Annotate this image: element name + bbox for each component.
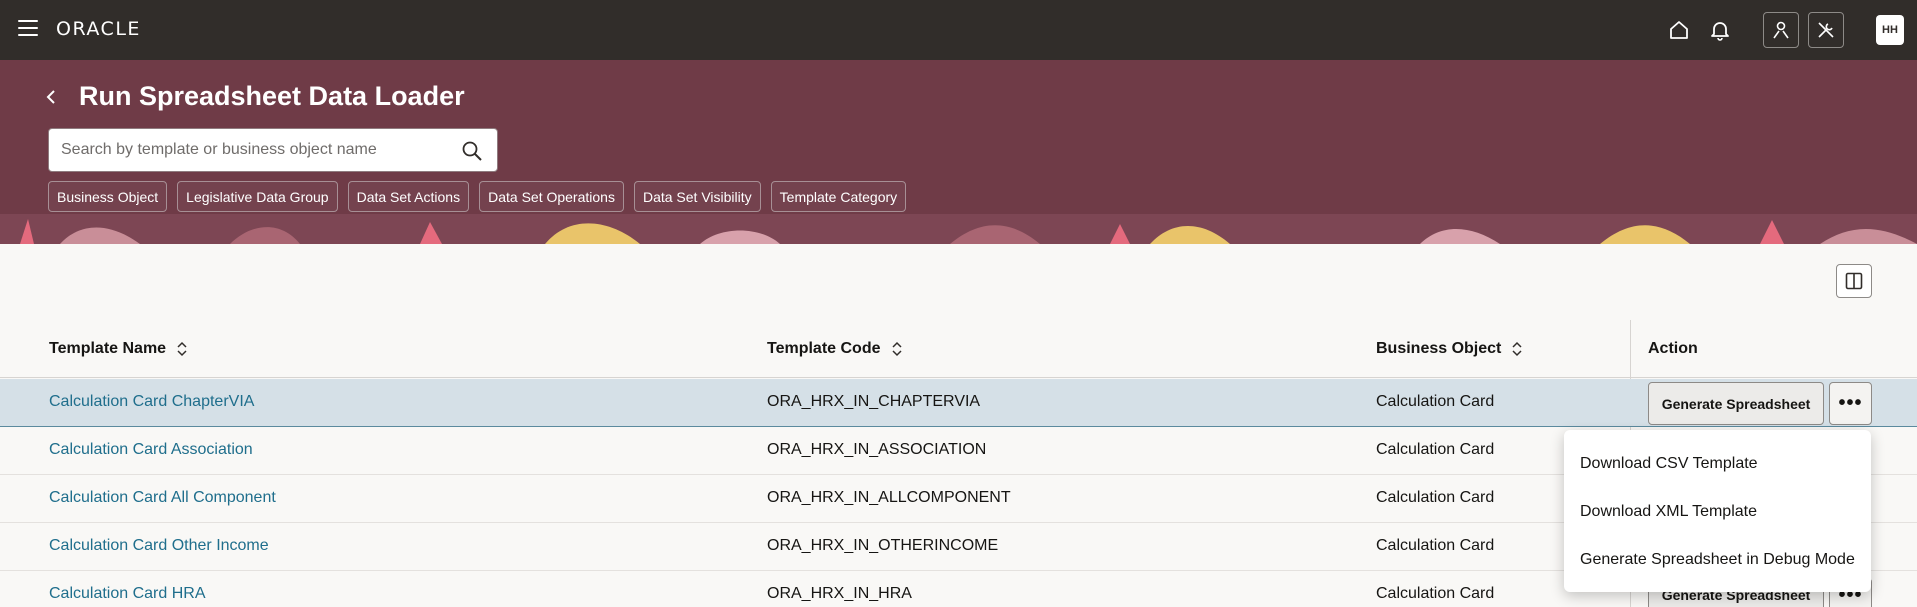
filter-chip-data-set-visibility[interactable]: Data Set Visibility [633,181,761,212]
business-object: Calculation Card [1376,393,1495,410]
business-object: Calculation Card [1376,441,1495,458]
template-name-link[interactable]: Calculation Card Association [49,441,253,459]
generate-spreadsheet-button[interactable]: Generate Spreadsheet [1648,382,1824,425]
template-name-link[interactable]: Calculation Card HRA [49,585,206,603]
oracle-logo[interactable]: ORACLE [56,18,141,40]
page-title: Run Spreadsheet Data Loader [79,81,465,111]
search-input[interactable] [49,130,439,170]
user-avatar[interactable]: HH [1876,15,1904,45]
tools-icon[interactable] [1808,12,1844,48]
column-header-template-code[interactable]: Template Code [767,340,903,358]
home-icon[interactable] [1664,15,1694,45]
column-header-action: Action [1648,340,1698,357]
template-code: ORA_HRX_IN_OTHERINCOME [767,537,999,554]
sort-icon[interactable] [1511,341,1523,357]
filter-chip-data-set-actions[interactable]: Data Set Actions [347,181,470,212]
back-chevron-icon[interactable] [44,86,62,110]
filter-chip-data-set-operations[interactable]: Data Set Operations [479,181,624,212]
sort-icon[interactable] [891,341,903,357]
more-actions-menu: Download CSV Template Download XML Templ… [1564,430,1871,592]
business-object: Calculation Card [1376,585,1495,602]
filter-chips: Business Object Legislative Data Group D… [48,181,907,212]
search-icon[interactable] [461,140,483,162]
top-navigation-bar: ORACLE HH [0,0,1917,60]
template-name-link[interactable]: Calculation Card Other Income [49,537,269,555]
filter-chip-template-category[interactable]: Template Category [770,181,907,212]
filter-chip-legislative-data-group[interactable]: Legislative Data Group [177,181,338,212]
menu-item-generate-spreadsheet-debug[interactable]: Generate Spreadsheet in Debug Mode [1564,536,1871,584]
template-name-link[interactable]: Calculation Card ChapterVIA [49,393,254,411]
business-object: Calculation Card [1376,537,1495,554]
person-icon[interactable] [1763,12,1799,48]
split-panel-icon [1845,272,1863,290]
header-decorative-pattern [0,214,1917,244]
column-header-business-object[interactable]: Business Object [1376,340,1523,358]
business-object: Calculation Card [1376,489,1495,506]
panel-layout-toggle-button[interactable] [1836,264,1872,298]
notifications-bell-icon[interactable] [1705,15,1735,45]
column-header-template-name[interactable]: Template Name [49,340,188,358]
template-code: ORA_HRX_IN_ALLCOMPONENT [767,489,1011,506]
template-code: ORA_HRX_IN_ASSOCIATION [767,441,987,458]
menu-item-download-xml-template[interactable]: Download XML Template [1564,488,1871,536]
search-field[interactable] [48,128,498,172]
template-name-link[interactable]: Calculation Card All Component [49,489,276,507]
template-code: ORA_HRX_IN_CHAPTERVIA [767,393,981,410]
filter-chip-business-object[interactable]: Business Object [48,181,168,212]
menu-item-download-csv-template[interactable]: Download CSV Template [1564,440,1871,488]
more-actions-button[interactable]: ••• [1829,382,1872,425]
page-header: Run Spreadsheet Data Loader Business Obj… [0,60,1917,244]
table-row[interactable]: Calculation Card ChapterVIA ORA_HRX_IN_C… [0,379,1917,427]
template-code: ORA_HRX_IN_HRA [767,585,912,602]
menu-icon[interactable] [18,20,40,38]
sort-icon[interactable] [176,341,188,357]
